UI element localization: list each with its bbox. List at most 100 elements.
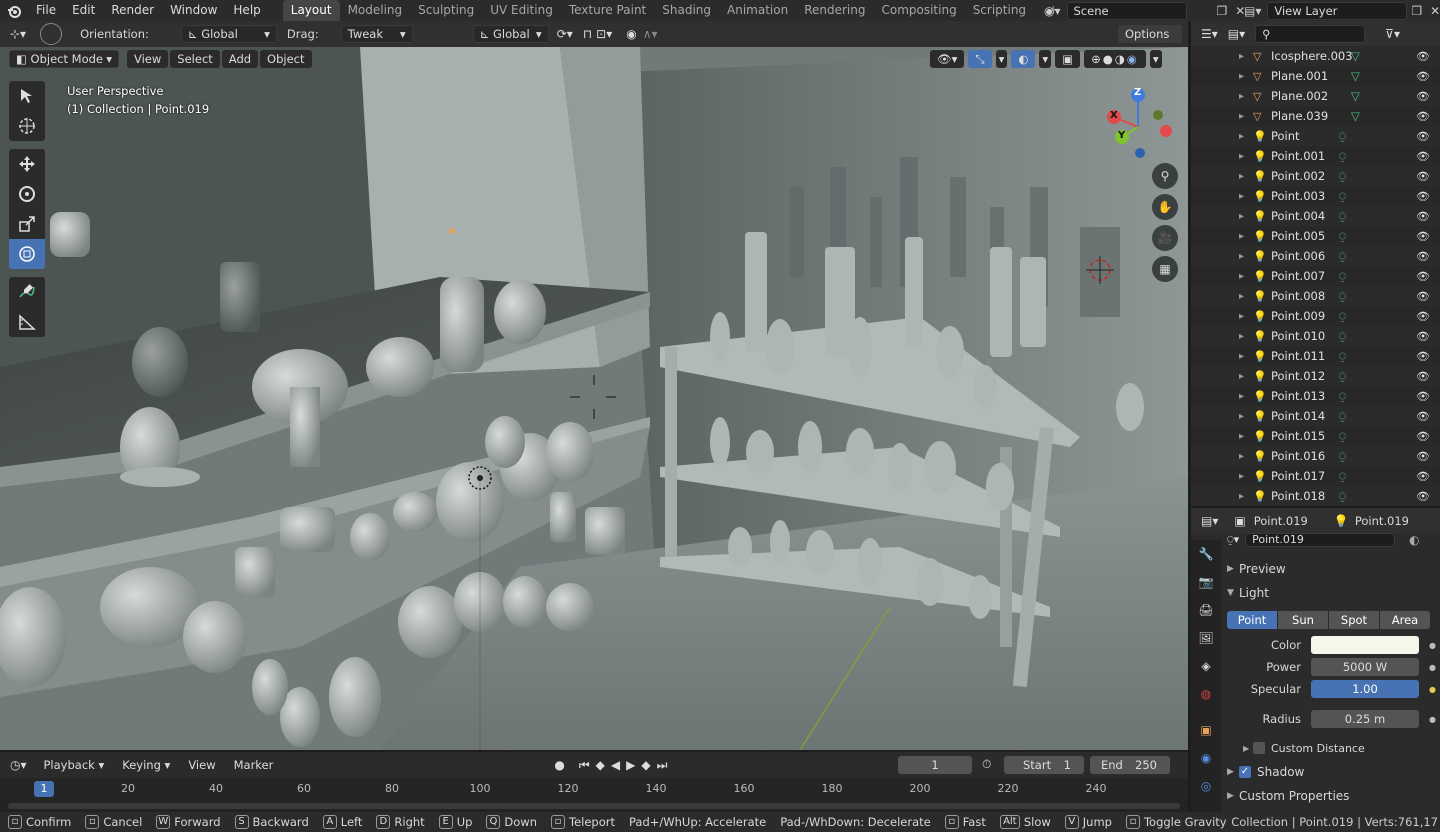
light-type-spot[interactable]: Spot [1329,611,1379,629]
solid-shading-icon[interactable]: ● [1103,52,1115,66]
light-data-icon[interactable]: ⍜ [1339,289,1346,304]
prev-keyframe-icon[interactable]: ◆ [596,758,605,772]
tab-compositing[interactable]: Compositing [873,0,964,21]
gizmo-menu-icon[interactable]: ▾ [995,50,1008,68]
expand-arrow-icon[interactable]: ▸ [1239,111,1253,122]
visibility-eye-icon[interactable]: 👁 [1416,210,1430,223]
properties-editor-icon[interactable]: ▤▾ [1201,514,1218,528]
expand-arrow-icon[interactable]: ▸ [1239,471,1253,482]
end-frame-field[interactable]: End 250 [1090,756,1170,774]
light-data-icon[interactable]: ⍜ [1339,449,1346,464]
menu-file[interactable]: File [28,0,64,21]
tab-modeling[interactable]: Modeling [340,0,411,21]
outliner-row[interactable]: ▸ 💡 Point.008 ⍜ 👁 [1191,286,1440,306]
power-field[interactable]: 5000 W [1311,658,1419,676]
tab-shading[interactable]: Shading [654,0,719,21]
light-data-icon[interactable]: ⍜ [1339,489,1346,504]
cursor-tool-icon[interactable] [9,111,45,141]
datablock-icon[interactable]: ⍜▾ [1227,533,1239,547]
playhead-frame[interactable]: 1 [34,781,54,797]
visibility-eye-icon[interactable]: 👁 [1416,50,1430,63]
visibility-eye-icon[interactable]: 👁 [1416,250,1430,263]
expand-arrow-icon[interactable]: ▸ [1239,491,1253,502]
expand-arrow-icon[interactable]: ▸ [1239,211,1253,222]
expand-arrow-icon[interactable]: ▸ [1239,131,1253,142]
light-data-icon[interactable]: ⍜ [1339,309,1346,324]
custom-properties-section[interactable]: ▶ Custom Properties [1227,786,1437,806]
menu-edit[interactable]: Edit [64,0,103,21]
editor-type-icon[interactable]: ⊹▾ [10,27,26,41]
tab-sculpting[interactable]: Sculpting [410,0,482,21]
visibility-eye-icon[interactable]: 👁 [1416,270,1430,283]
light-type-point[interactable]: Point [1227,611,1277,629]
visibility-eye-icon[interactable]: 👁 [1416,130,1430,143]
outliner-row[interactable]: ▸ 💡 Point.001 ⍜ 👁 [1191,146,1440,166]
visibility-eye-icon[interactable]: 👁 [1416,170,1430,183]
scene-name[interactable]: Scene [1066,1,1187,20]
light-data-icon[interactable]: ⍜ [1339,349,1346,364]
scale-tool-icon[interactable] [9,209,45,239]
preview-section[interactable]: ▶ Preview [1227,557,1437,581]
proportional-edit-icon[interactable]: ◉ [626,27,636,41]
light-section[interactable]: ▼ Light [1227,581,1437,605]
expand-arrow-icon[interactable]: ▸ [1239,51,1253,62]
tab-texture-paint[interactable]: Texture Paint [561,0,654,21]
measure-tool-icon[interactable] [9,307,45,337]
expand-arrow-icon[interactable]: ▸ [1239,271,1253,282]
3d-viewport[interactable]: ◧ Object Mode ▾ View Select Add Object 👁▾ ⤡ … [0,47,1188,750]
expand-arrow-icon[interactable]: ▸ [1239,191,1253,202]
filter-icon[interactable]: ⊽▾ [1385,27,1400,41]
visibility-eye-icon[interactable]: 👁 [1416,470,1430,483]
drag-dropdown[interactable]: Tweak ▾ [340,25,413,43]
outliner-row[interactable]: ▸ 💡 Point.005 ⍜ 👁 [1191,226,1440,246]
light-type-area[interactable]: Area [1380,611,1430,629]
timeline-scrollbar[interactable] [8,803,1180,809]
light-data-icon[interactable]: ⍜ [1339,249,1346,264]
shadow-section[interactable]: ▶ ✓ Shadow [1227,762,1437,782]
play-reverse-icon[interactable]: ◀ [611,758,620,772]
expand-arrow-icon[interactable]: ▸ [1239,351,1253,362]
timeline-menu-view[interactable]: View [181,756,222,774]
light-data-icon[interactable]: ⍜ [1339,129,1346,144]
light-data-icon[interactable]: ⍜ [1339,389,1346,404]
light-data-icon[interactable]: ⍜ [1339,169,1346,184]
visibility-eye-icon[interactable]: 👁 [1416,190,1430,203]
orientation-dropdown[interactable]: ⊾ Global ▾ [180,25,277,43]
view-layer-tab-icon[interactable]: 🖼 [1191,624,1221,652]
visibility-eye-icon[interactable]: 👁 [1416,430,1430,443]
outliner-row[interactable]: ▸ 💡 Point.010 ⍜ 👁 [1191,326,1440,346]
frame-ruler[interactable]: 1 20 40 60 80 100 120 140 160 180 200 220 240 [0,778,1188,800]
perspective-toggle-icon[interactable]: ▦ [1152,256,1178,282]
transform-orientation-dropdown[interactable]: ⊾ Global ▾ [472,25,549,43]
jump-end-icon[interactable]: ⏭ [657,758,668,773]
visibility-eye-icon[interactable]: 👁 [1416,330,1430,343]
expand-arrow-icon[interactable]: ▸ [1239,431,1253,442]
expand-arrow-icon[interactable]: ▸ [1239,331,1253,342]
outliner-row[interactable]: ▸ ▽ Plane.001 ▽ 👁 [1191,66,1440,86]
shading-modes[interactable]: ⊕●◑◉ [1084,50,1146,68]
light-data-icon[interactable]: ⍜ [1339,229,1346,244]
fake-user-icon[interactable]: ◐ [1409,533,1419,547]
next-keyframe-icon[interactable]: ◆ [641,758,650,772]
outliner-row[interactable]: ▸ ▽ Plane.039 ▽ 👁 [1191,106,1440,126]
expand-arrow-icon[interactable]: ▸ [1239,71,1253,82]
shadow-checkbox[interactable]: ✓ [1239,766,1251,778]
view-layer-selector[interactable]: ▤▾ View Layer ❐ ✕ [1244,0,1440,21]
xray-icon[interactable]: ▣ [1055,50,1081,68]
display-mode-icon[interactable]: ▤▾ [1228,27,1245,41]
expand-arrow-icon[interactable]: ▸ [1239,231,1253,242]
keyframe-dot-icon[interactable]: ● [1429,663,1436,672]
outliner-row[interactable]: ▸ 💡 Point.013 ⍜ 👁 [1191,386,1440,406]
rendered-shading-icon[interactable]: ◉ [1127,52,1139,66]
visibility-icon[interactable]: 👁▾ [930,50,965,68]
mode-dropdown[interactable]: ◧ Object Mode ▾ [9,50,119,68]
visibility-eye-icon[interactable]: 👁 [1416,310,1430,323]
outliner-row[interactable]: ▸ 💡 Point.006 ⍜ 👁 [1191,246,1440,266]
outliner-row[interactable]: ▸ 💡 Point.003 ⍜ 👁 [1191,186,1440,206]
visibility-eye-icon[interactable]: 👁 [1416,350,1430,363]
custom-distance-checkbox[interactable] [1253,742,1265,754]
expand-arrow-icon[interactable]: ▸ [1239,91,1253,102]
active-tool-icon[interactable] [40,23,63,45]
tab-animation[interactable]: Animation [719,0,796,21]
light-data-icon[interactable]: ⍜ [1339,369,1346,384]
